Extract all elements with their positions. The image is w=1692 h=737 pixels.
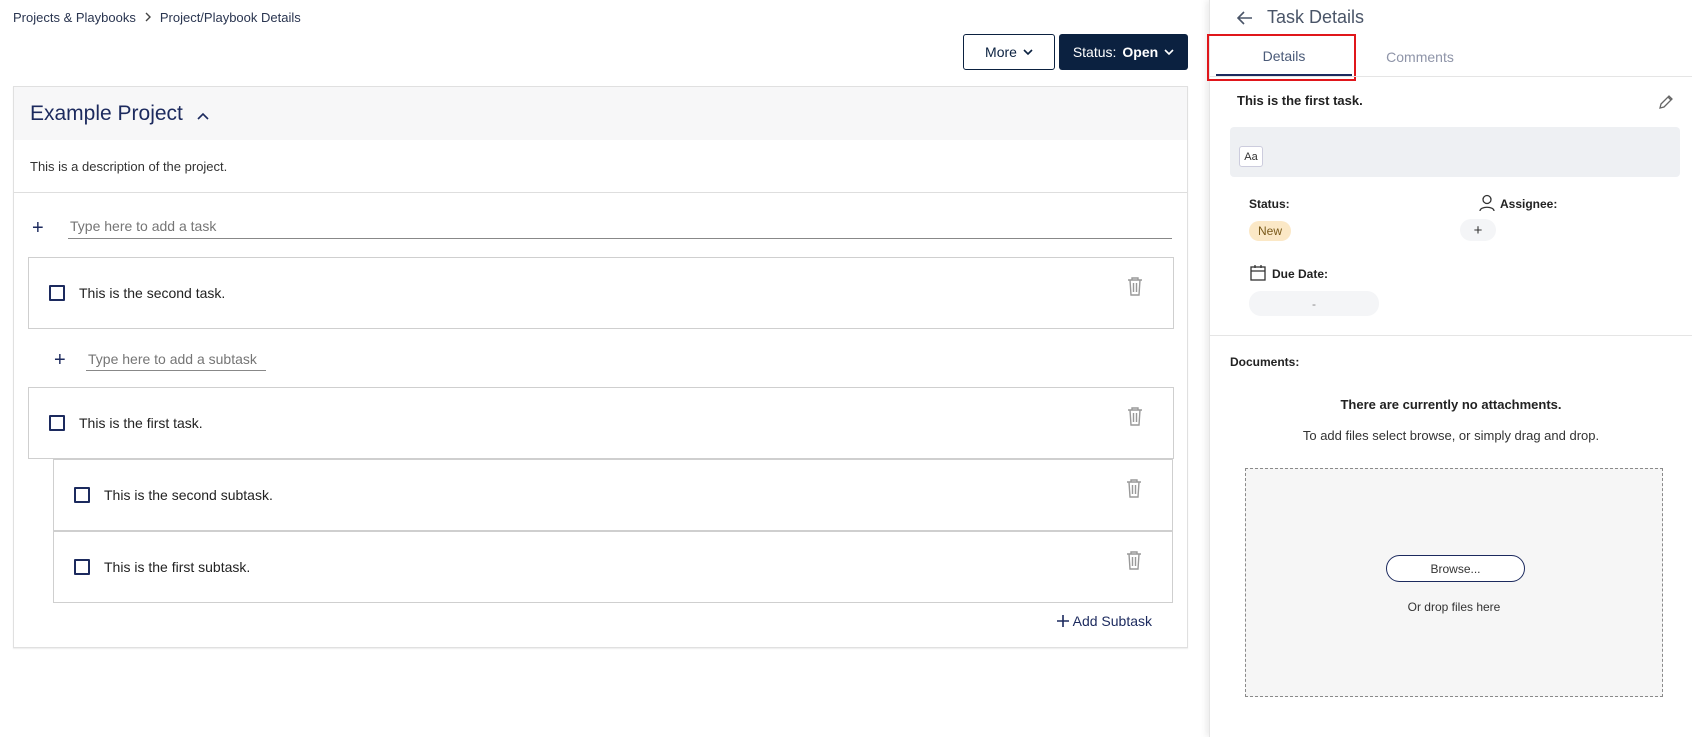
trash-icon[interactable] — [1127, 406, 1143, 426]
calendar-icon — [1250, 265, 1266, 281]
task-label: This is the second task. — [79, 285, 226, 301]
add-subtask-input[interactable] — [86, 347, 266, 371]
subtask-checkbox[interactable] — [74, 487, 90, 503]
tab-comments[interactable]: Comments — [1352, 38, 1488, 76]
attachments-hint: To add files select browse, or simply dr… — [1302, 428, 1600, 443]
chevron-down-icon — [1023, 48, 1033, 55]
no-attachments-text: There are currently no attachments. — [1340, 397, 1562, 412]
tab-details[interactable]: Details — [1207, 34, 1356, 81]
tab-details-label: Details — [1262, 48, 1306, 64]
left-edge-glyph: ) — [0, 52, 1, 68]
divider — [1210, 76, 1692, 77]
assignee-label: Assignee: — [1500, 197, 1558, 211]
plus-icon[interactable]: + — [32, 217, 68, 239]
status-label: Status: — [1249, 197, 1290, 211]
subtask-label: This is the second subtask. — [104, 487, 273, 503]
more-button[interactable]: More — [963, 34, 1055, 70]
task-label: This is the first task. — [79, 415, 203, 431]
trash-icon[interactable] — [1126, 478, 1142, 498]
add-task-row: + — [32, 213, 1172, 239]
text-format-button[interactable]: Aa — [1239, 146, 1263, 167]
trash-icon[interactable] — [1127, 276, 1143, 296]
page-root: ) Projects & Playbooks Project/Playbook … — [0, 0, 1692, 737]
subtask-row[interactable]: This is the second subtask. — [53, 459, 1173, 531]
status-button-value: Open — [1122, 44, 1159, 60]
browse-button[interactable]: Browse... — [1386, 555, 1525, 582]
subtask-checkbox[interactable] — [74, 559, 90, 575]
trash-icon[interactable] — [1126, 550, 1142, 570]
due-date-label: Due Date: — [1272, 267, 1329, 281]
plus-icon — [1056, 615, 1069, 627]
subtask-row[interactable]: This is the first subtask. — [53, 531, 1173, 603]
add-task-input[interactable] — [68, 213, 1172, 239]
task-row[interactable]: This is the first task. — [28, 387, 1174, 459]
documents-label: Documents: — [1230, 355, 1300, 369]
tab-comments-label: Comments — [1386, 49, 1454, 65]
arrow-left-icon[interactable] — [1237, 10, 1253, 25]
status-button[interactable]: Status: Open — [1059, 34, 1188, 70]
add-subtask-button[interactable]: Add Subtask — [1056, 613, 1152, 629]
tabs: Details Comments — [1207, 34, 1488, 81]
user-icon — [1479, 194, 1495, 212]
divider — [14, 192, 1187, 193]
task-row[interactable]: This is the second task. — [28, 257, 1174, 329]
divider — [1210, 335, 1692, 336]
breadcrumb: Projects & Playbooks Project/Playbook De… — [13, 10, 301, 25]
project-description: This is a description of the project. — [30, 159, 228, 174]
chevron-up-icon[interactable] — [197, 112, 209, 120]
project-card: Example Project This is a description of… — [13, 86, 1188, 648]
chevron-down-icon — [1164, 48, 1174, 55]
status-button-prefix: Status: — [1072, 44, 1117, 60]
status-badge[interactable]: New — [1249, 221, 1292, 241]
pencil-icon[interactable] — [1658, 94, 1674, 110]
drop-files-text: Or drop files here — [1407, 600, 1501, 614]
chevron-right-icon — [144, 11, 152, 25]
panel-header: Task Details — [1237, 7, 1364, 28]
task-checkbox[interactable] — [49, 415, 65, 431]
task-details-panel: Task Details Details Comments This is th… — [1207, 0, 1692, 737]
project-title: Example Project — [30, 101, 183, 125]
subtask-label: This is the first subtask. — [104, 559, 251, 575]
file-dropzone[interactable]: Browse... Or drop files here — [1245, 468, 1663, 697]
task-name: This is the first task. — [1237, 93, 1363, 108]
breadcrumb-projects-link[interactable]: Projects & Playbooks — [13, 10, 136, 25]
plus-icon[interactable]: + — [54, 349, 86, 371]
add-subtask-row: + — [54, 347, 266, 371]
add-subtask-label: Add Subtask — [1072, 613, 1152, 629]
add-assignee-button[interactable]: + — [1460, 219, 1496, 241]
project-header: Example Project — [14, 87, 1187, 140]
more-button-label: More — [985, 44, 1017, 60]
description-editor[interactable]: Aa — [1230, 127, 1680, 177]
due-date-field[interactable]: - — [1249, 291, 1379, 316]
panel-title: Task Details — [1267, 7, 1365, 27]
breadcrumb-current: Project/Playbook Details — [159, 10, 301, 25]
task-checkbox[interactable] — [49, 285, 65, 301]
